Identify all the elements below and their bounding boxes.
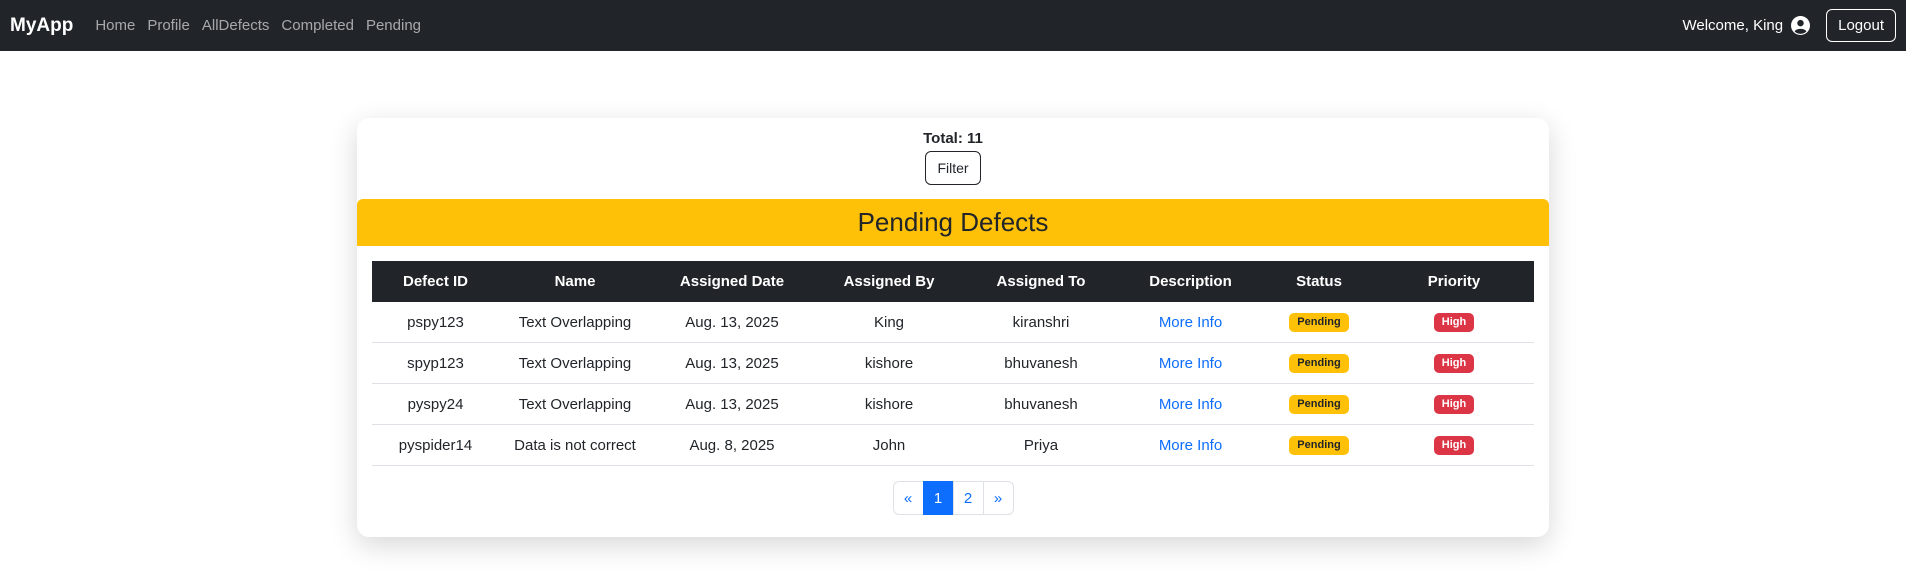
cell-description: More Info [1117, 424, 1264, 466]
cell-assigned-by: kishore [813, 342, 965, 384]
page-title-banner: Pending Defects [357, 199, 1549, 246]
cell-defect-id: pyspider14 [372, 424, 499, 466]
col-status: Status [1264, 261, 1374, 302]
priority-badge: High [1433, 436, 1475, 455]
col-assigned-date: Assigned Date [651, 261, 813, 302]
col-assigned-by: Assigned By [813, 261, 965, 302]
nav-user-area: Welcome, King Logout [1682, 9, 1896, 42]
brand-logo[interactable]: MyApp [10, 15, 73, 37]
more-info-link[interactable]: More Info [1159, 314, 1222, 331]
cell-assigned-by: kishore [813, 383, 965, 425]
col-defect-id: Defect ID [372, 261, 499, 302]
nav-link-pending[interactable]: Pending [366, 17, 421, 34]
cell-description: More Info [1117, 342, 1264, 384]
cell-defect-id: pspy123 [372, 302, 499, 343]
cell-assigned-date: Aug. 13, 2025 [651, 302, 813, 343]
defects-card: Total: 11 Filter Pending Defects Defect … [357, 118, 1549, 537]
nav-link-home[interactable]: Home [95, 17, 135, 34]
cell-name: Data is not correct [499, 424, 651, 466]
pagination: « 1 2 » [357, 481, 1549, 515]
cell-assigned-by: John [813, 424, 965, 466]
cell-priority: High [1374, 302, 1534, 343]
cell-assigned-to: bhuvanesh [965, 383, 1117, 425]
table-row: pyspy24 Text Overlapping Aug. 13, 2025 k… [372, 383, 1534, 425]
table-wrap: Defect ID Name Assigned Date Assigned By… [357, 246, 1549, 466]
cell-assigned-date: Aug. 13, 2025 [651, 342, 813, 384]
cell-status: Pending [1264, 342, 1374, 384]
table-row: pspy123 Text Overlapping Aug. 13, 2025 K… [372, 302, 1534, 343]
welcome-text: Welcome, King [1682, 17, 1784, 34]
cell-defect-id: pyspy24 [372, 383, 499, 425]
cell-defect-id: spyp123 [372, 342, 499, 384]
cell-priority: High [1374, 424, 1534, 466]
cell-assigned-to: Priya [965, 424, 1117, 466]
cell-assigned-date: Aug. 8, 2025 [651, 424, 813, 466]
priority-badge: High [1433, 354, 1475, 373]
filter-wrap: Filter [357, 151, 1549, 185]
status-badge: Pending [1289, 436, 1349, 455]
table-row: spyp123 Text Overlapping Aug. 13, 2025 k… [372, 342, 1534, 384]
cell-status: Pending [1264, 302, 1374, 343]
status-badge: Pending [1289, 395, 1349, 414]
cell-name: Text Overlapping [499, 383, 651, 425]
top-navbar: MyApp Home Profile AllDefects Completed … [0, 0, 1906, 51]
user-circle-icon [1791, 16, 1811, 35]
table-row: pyspider14 Data is not correct Aug. 8, 2… [372, 424, 1534, 466]
page-prev-button[interactable]: « [892, 481, 924, 515]
cell-priority: High [1374, 342, 1534, 384]
priority-badge: High [1433, 313, 1475, 332]
nav-link-completed[interactable]: Completed [281, 17, 354, 34]
cell-description: More Info [1117, 383, 1264, 425]
cell-status: Pending [1264, 383, 1374, 425]
col-name: Name [499, 261, 651, 302]
nav-link-alldefects[interactable]: AllDefects [202, 17, 270, 34]
page-1-button[interactable]: 1 [922, 481, 954, 515]
cell-status: Pending [1264, 424, 1374, 466]
col-description: Description [1117, 261, 1264, 302]
col-priority: Priority [1374, 261, 1534, 302]
page-2-button[interactable]: 2 [952, 481, 984, 515]
nav-link-profile[interactable]: Profile [147, 17, 190, 34]
cell-assigned-by: King [813, 302, 965, 343]
cell-name: Text Overlapping [499, 302, 651, 343]
more-info-link[interactable]: More Info [1159, 355, 1222, 372]
total-count: Total: 11 [923, 130, 983, 147]
defects-table: Defect ID Name Assigned Date Assigned By… [372, 261, 1534, 466]
col-assigned-to: Assigned To [965, 261, 1117, 302]
table-header-row: Defect ID Name Assigned Date Assigned By… [372, 261, 1534, 302]
logout-button[interactable]: Logout [1826, 9, 1896, 42]
more-info-link[interactable]: More Info [1159, 437, 1222, 454]
page-next-button[interactable]: » [982, 481, 1014, 515]
cell-assigned-to: bhuvanesh [965, 342, 1117, 384]
nav-links: Home Profile AllDefects Completed Pendin… [95, 17, 433, 34]
status-badge: Pending [1289, 313, 1349, 332]
cell-assigned-to: kiranshri [965, 302, 1117, 343]
cell-name: Text Overlapping [499, 342, 651, 384]
status-badge: Pending [1289, 354, 1349, 373]
more-info-link[interactable]: More Info [1159, 396, 1222, 413]
filter-button[interactable]: Filter [925, 151, 981, 185]
cell-priority: High [1374, 383, 1534, 425]
cell-description: More Info [1117, 302, 1264, 343]
priority-badge: High [1433, 395, 1475, 414]
cell-assigned-date: Aug. 13, 2025 [651, 383, 813, 425]
